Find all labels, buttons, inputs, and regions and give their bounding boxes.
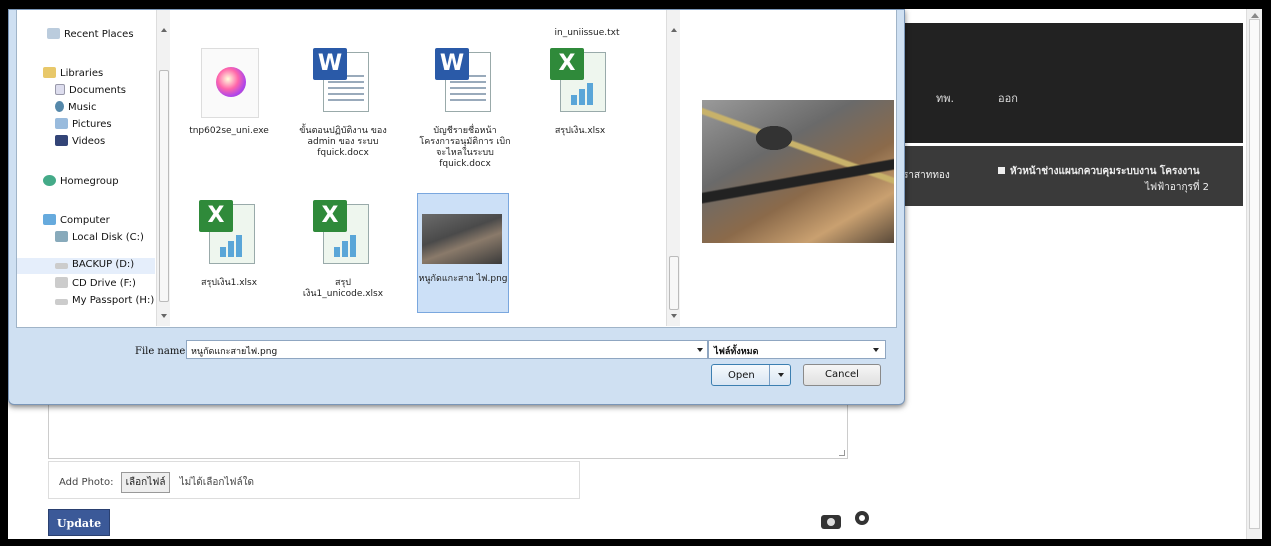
open-dropdown-icon[interactable] bbox=[769, 365, 791, 385]
nav-item-backup-d[interactable]: BACKUP (D:) bbox=[55, 259, 134, 270]
word-file-icon: W bbox=[313, 48, 347, 80]
videos-icon bbox=[55, 135, 68, 146]
image-preview bbox=[702, 100, 894, 243]
file-name: สรุปเงิน.xlsx bbox=[554, 126, 606, 136]
file-name: บัญชีรายชื่อหน้า โครงการอนุมัติการ เบิกจ… bbox=[419, 126, 511, 169]
scroll-up-icon[interactable] bbox=[161, 28, 167, 32]
no-file-text: ไม่ได้เลือกไฟล์ใด bbox=[179, 477, 255, 488]
exe-file-icon bbox=[201, 48, 259, 118]
drive-icon bbox=[55, 263, 68, 269]
site-header: ทพ. ออก bbox=[898, 23, 1243, 143]
location-pin-icon[interactable] bbox=[854, 511, 870, 531]
file-item[interactable]: X สรุปเงิน.xlsx bbox=[534, 46, 626, 137]
choose-file-button[interactable]: เลือกไฟล์ bbox=[120, 472, 171, 493]
file-name: สรุป เงิน1_unicode.xlsx bbox=[302, 278, 384, 299]
nav-item-documents[interactable]: Documents bbox=[55, 84, 126, 96]
drive-icon bbox=[55, 299, 68, 305]
preview-pane bbox=[680, 10, 896, 326]
cd-drive-icon bbox=[55, 277, 68, 288]
profile-name-text: ไราสาททอง bbox=[898, 170, 950, 181]
profile-bar: ไราสาททอง หัวหน้าช่างแผนกควบคุมระบบงาน โ… bbox=[898, 146, 1243, 206]
file-name: หนูกัดแกะสาย ไฟ.png bbox=[418, 274, 508, 284]
nav-item-my-passport-h[interactable]: My Passport (H:) bbox=[55, 295, 154, 306]
nav-item-cd-drive-f[interactable]: CD Drive (F:) bbox=[55, 277, 136, 289]
file-item-partial[interactable]: in_uniissue.txt bbox=[541, 28, 633, 39]
open-button[interactable]: Open bbox=[711, 364, 791, 386]
navigation-pane: Recent Places Libraries Documents Music … bbox=[17, 10, 171, 326]
local-disk-icon bbox=[55, 231, 68, 242]
update-button[interactable]: Update bbox=[48, 509, 110, 536]
file-type-filter[interactable]: ไฟล์ทั้งหมด bbox=[708, 340, 886, 359]
header-link-logout[interactable]: ออก bbox=[998, 89, 1018, 107]
scroll-thumb[interactable] bbox=[1249, 19, 1260, 529]
nav-item-homegroup[interactable]: Homegroup bbox=[43, 175, 119, 187]
add-photo-label: Add Photo: bbox=[59, 477, 114, 488]
recent-places-icon bbox=[47, 28, 60, 39]
chevron-down-icon[interactable] bbox=[873, 348, 879, 352]
image-file-thumbnail bbox=[422, 214, 502, 264]
profile-subtitle: ไฟฟ้าอากุรที่ 2 bbox=[1145, 182, 1209, 193]
file-name: ขั้นตอนปฏิบัติงาน ของ admin ของ ระบบ fqu… bbox=[299, 126, 387, 158]
file-name: tnp602se_uni.exe bbox=[189, 126, 269, 136]
file-list: in_uniissue.txt tnp602se_uni.exe W ขั้นต… bbox=[171, 10, 668, 326]
file-item[interactable]: W บัญชีรายชื่อหน้า โครงการอนุมัติการ เบิ… bbox=[419, 46, 511, 170]
scroll-up-icon[interactable] bbox=[671, 28, 677, 32]
file-open-dialog: Recent Places Libraries Documents Music … bbox=[8, 9, 905, 405]
file-item[interactable]: X สรุป เงิน1_unicode.xlsx bbox=[297, 198, 389, 300]
excel-file-icon: X bbox=[199, 200, 233, 232]
camera-icon[interactable] bbox=[821, 515, 841, 529]
post-textarea[interactable] bbox=[48, 397, 848, 459]
pictures-icon bbox=[55, 118, 68, 129]
file-name-label: File name: bbox=[135, 346, 189, 357]
page-scrollbar[interactable] bbox=[1246, 9, 1262, 539]
file-item[interactable]: W ขั้นตอนปฏิบัติงาน ของ admin ของ ระบบ f… bbox=[297, 46, 389, 159]
nav-item-computer[interactable]: Computer bbox=[43, 214, 110, 226]
documents-icon bbox=[55, 84, 65, 95]
homegroup-icon bbox=[43, 175, 56, 186]
libraries-icon bbox=[43, 67, 56, 78]
nav-item-recent-places[interactable]: Recent Places bbox=[47, 28, 134, 40]
file-list-scrollbar[interactable] bbox=[666, 10, 680, 326]
file-item[interactable]: tnp602se_uni.exe bbox=[183, 46, 275, 137]
chevron-down-icon[interactable] bbox=[697, 348, 703, 352]
file-name-input[interactable]: หนูกัดแกะสายไฟ.png bbox=[186, 340, 708, 359]
header-link-1[interactable]: ทพ. bbox=[936, 89, 954, 107]
bullet-icon bbox=[998, 167, 1005, 174]
scroll-down-icon[interactable] bbox=[161, 314, 167, 318]
scroll-down-icon[interactable] bbox=[671, 314, 677, 318]
music-icon bbox=[55, 101, 64, 112]
profile-title: หัวหน้าช่างแผนกควบคุมระบบงาน โครงงาน bbox=[998, 164, 1200, 179]
computer-icon bbox=[43, 214, 56, 225]
word-file-icon: W bbox=[435, 48, 469, 80]
nav-item-local-disk-c[interactable]: Local Disk (C:) bbox=[55, 231, 144, 243]
nav-item-pictures[interactable]: Pictures bbox=[55, 118, 112, 130]
nav-scroll-thumb[interactable] bbox=[159, 70, 169, 302]
file-name: สรุปเงิน1.xlsx bbox=[200, 278, 258, 288]
excel-file-icon: X bbox=[550, 48, 584, 80]
file-item-selected[interactable]: หนูกัดแกะสาย ไฟ.png bbox=[417, 193, 509, 313]
nav-item-libraries[interactable]: Libraries bbox=[43, 67, 103, 79]
nav-item-videos[interactable]: Videos bbox=[55, 135, 105, 147]
dialog-body: Recent Places Libraries Documents Music … bbox=[16, 10, 897, 328]
nav-scrollbar[interactable] bbox=[156, 10, 170, 326]
file-scroll-thumb[interactable] bbox=[669, 256, 679, 310]
cancel-button[interactable]: Cancel bbox=[803, 364, 881, 386]
add-photo-row: Add Photo: เลือกไฟล์ ไม่ได้เลือกไฟล์ใด bbox=[48, 461, 580, 499]
nav-item-music[interactable]: Music bbox=[55, 101, 96, 113]
excel-file-icon: X bbox=[313, 200, 347, 232]
resize-grip-icon[interactable] bbox=[839, 450, 845, 456]
scroll-up-arrow-icon[interactable] bbox=[1251, 13, 1259, 18]
file-item[interactable]: X สรุปเงิน1.xlsx bbox=[183, 198, 275, 289]
